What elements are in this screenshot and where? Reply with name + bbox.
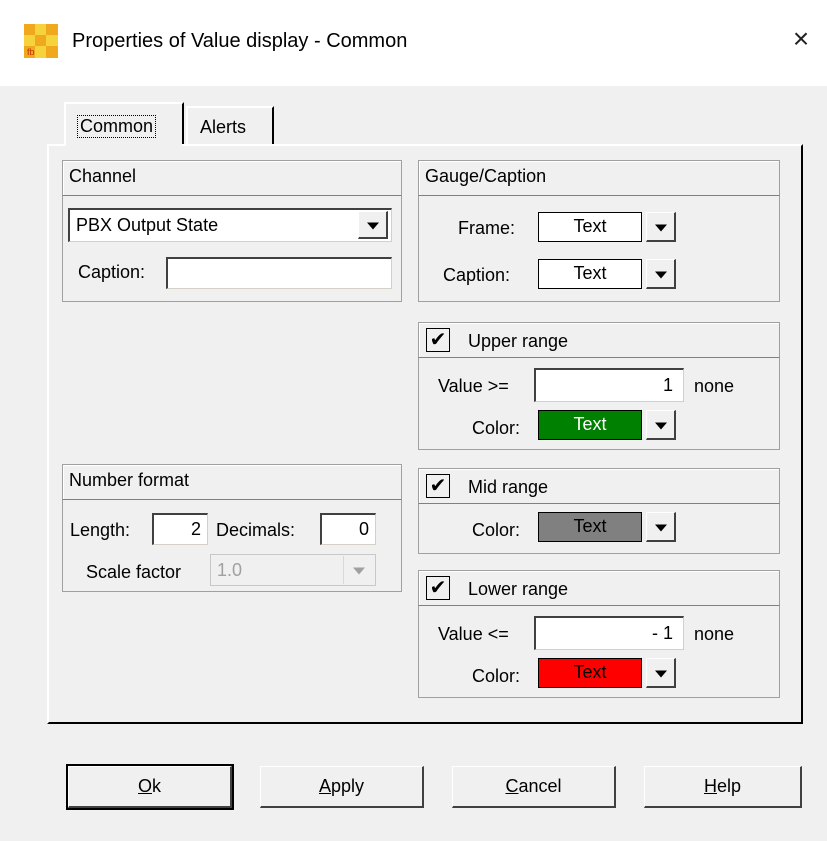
chevron-down-icon	[654, 271, 667, 279]
channel-header: Channel	[62, 160, 402, 196]
scale-factor-select: 1.0	[210, 554, 376, 586]
apply-accel: A	[318, 776, 331, 796]
apply-label: pply	[330, 776, 365, 796]
cancel-button[interactable]: Cancel	[452, 766, 616, 808]
chevron-down-icon	[654, 224, 667, 232]
upper-value-input[interactable]: 1	[534, 368, 684, 402]
number-format-header: Number format	[62, 464, 402, 500]
tab-alerts-label: Alerts	[200, 117, 247, 137]
chevron-down-icon	[654, 524, 667, 532]
frame-dropdown-button[interactable]	[646, 212, 676, 242]
scale-factor-value: 1.0	[217, 560, 243, 580]
upper-color-label: Color:	[472, 418, 521, 438]
mid-color-label: Color:	[472, 520, 521, 540]
mid-color-box[interactable]: Text	[538, 512, 642, 542]
gauge-header: Gauge/Caption	[418, 160, 780, 196]
length-label: Length:	[70, 520, 131, 540]
app-icon: fb	[24, 24, 58, 58]
lower-unit-label: none	[694, 624, 735, 644]
mid-color-dropdown-button[interactable]	[646, 512, 676, 542]
upper-value-label: Value >=	[438, 376, 509, 396]
frame-label: Frame:	[458, 218, 516, 238]
channel-select-value: PBX Output State	[76, 215, 219, 235]
caption-input[interactable]	[166, 257, 392, 289]
chevron-down-icon	[352, 567, 365, 575]
chevron-down-icon	[654, 422, 667, 430]
lower-value-input[interactable]: - 1	[534, 616, 684, 650]
svg-text:fb: fb	[27, 47, 35, 57]
channel-dropdown-button[interactable]	[358, 211, 388, 239]
upper-color-box[interactable]: Text	[538, 410, 642, 440]
gauge-header-label: Gauge/Caption	[425, 166, 547, 186]
gauge-caption-label: Caption:	[443, 265, 511, 285]
upper-unit-label: none	[694, 376, 735, 396]
gauge-caption-dropdown-button[interactable]	[646, 259, 676, 289]
mid-range-checkbox[interactable]: ✔	[426, 474, 450, 498]
lower-value-label: Value <=	[438, 624, 509, 644]
gauge-caption-color-box[interactable]: Text	[538, 259, 642, 289]
cancel-label: ancel	[518, 776, 562, 796]
number-format-header-label: Number format	[69, 470, 190, 490]
channel-header-label: Channel	[69, 166, 137, 186]
decimals-input[interactable]: 0	[320, 513, 376, 545]
chevron-down-icon	[654, 670, 667, 678]
length-input[interactable]: 2	[152, 513, 208, 545]
tab-alerts[interactable]: Alerts	[186, 106, 274, 144]
frame-color-box[interactable]: Text	[538, 212, 642, 242]
chevron-down-icon	[366, 222, 379, 230]
ok-label: k	[152, 776, 161, 796]
upper-color-dropdown-button[interactable]	[646, 410, 676, 440]
mid-range-label: Mid range	[468, 477, 549, 497]
ok-button[interactable]: Ok	[66, 764, 234, 810]
scale-factor-label: Scale factor	[86, 562, 182, 582]
scale-factor-dropdown-button	[343, 556, 373, 584]
close-icon[interactable]: ×	[784, 22, 818, 56]
cancel-accel: C	[505, 776, 519, 796]
upper-range-label: Upper range	[468, 331, 569, 351]
apply-button[interactable]: Apply	[260, 766, 424, 808]
decimals-label: Decimals:	[216, 520, 296, 540]
caption-label: Caption:	[78, 262, 146, 282]
help-label: elp	[716, 776, 742, 796]
tab-common-label: Common	[76, 115, 157, 138]
help-accel: H	[703, 776, 717, 796]
lower-color-box[interactable]: Text	[538, 658, 642, 688]
window-title: Properties of Value display - Common	[72, 30, 408, 52]
channel-select[interactable]: PBX Output State	[68, 208, 392, 242]
tab-common[interactable]: Common	[64, 102, 184, 148]
lower-color-dropdown-button[interactable]	[646, 658, 676, 688]
lower-color-label: Color:	[472, 666, 521, 686]
lower-range-label: Lower range	[468, 579, 569, 599]
help-button[interactable]: Help	[644, 766, 802, 808]
lower-range-checkbox[interactable]: ✔	[426, 576, 450, 600]
upper-range-checkbox[interactable]: ✔	[426, 328, 450, 352]
ok-accel: O	[137, 776, 152, 796]
